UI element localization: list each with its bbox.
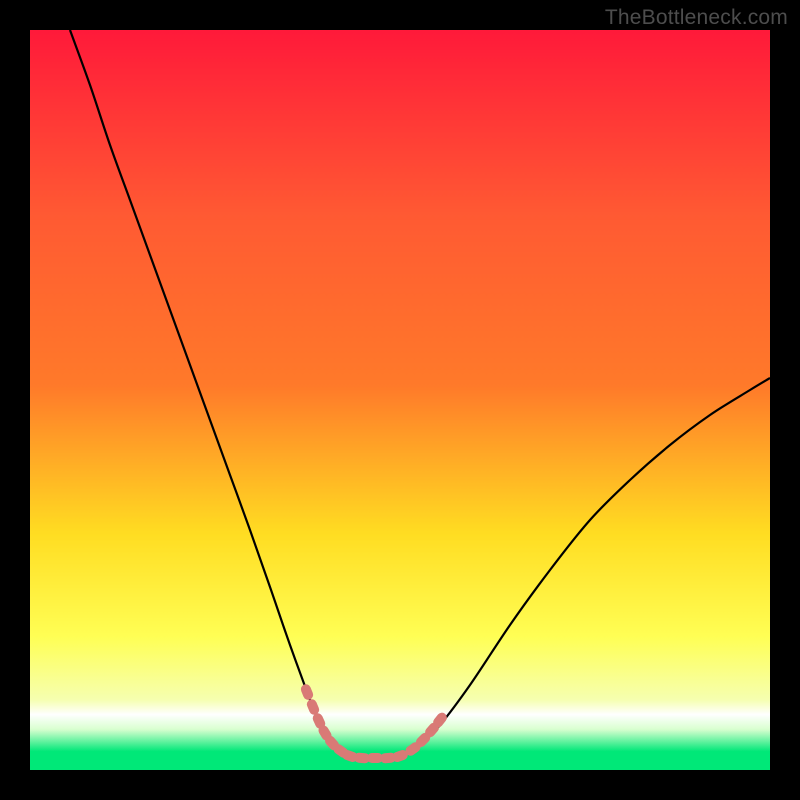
curve-group (70, 30, 770, 758)
chart-svg (30, 30, 770, 770)
watermark-text: TheBottleneck.com (605, 6, 788, 30)
curve-marker (299, 683, 314, 702)
marker-group (299, 683, 449, 764)
bottleneck-curve (70, 30, 770, 758)
